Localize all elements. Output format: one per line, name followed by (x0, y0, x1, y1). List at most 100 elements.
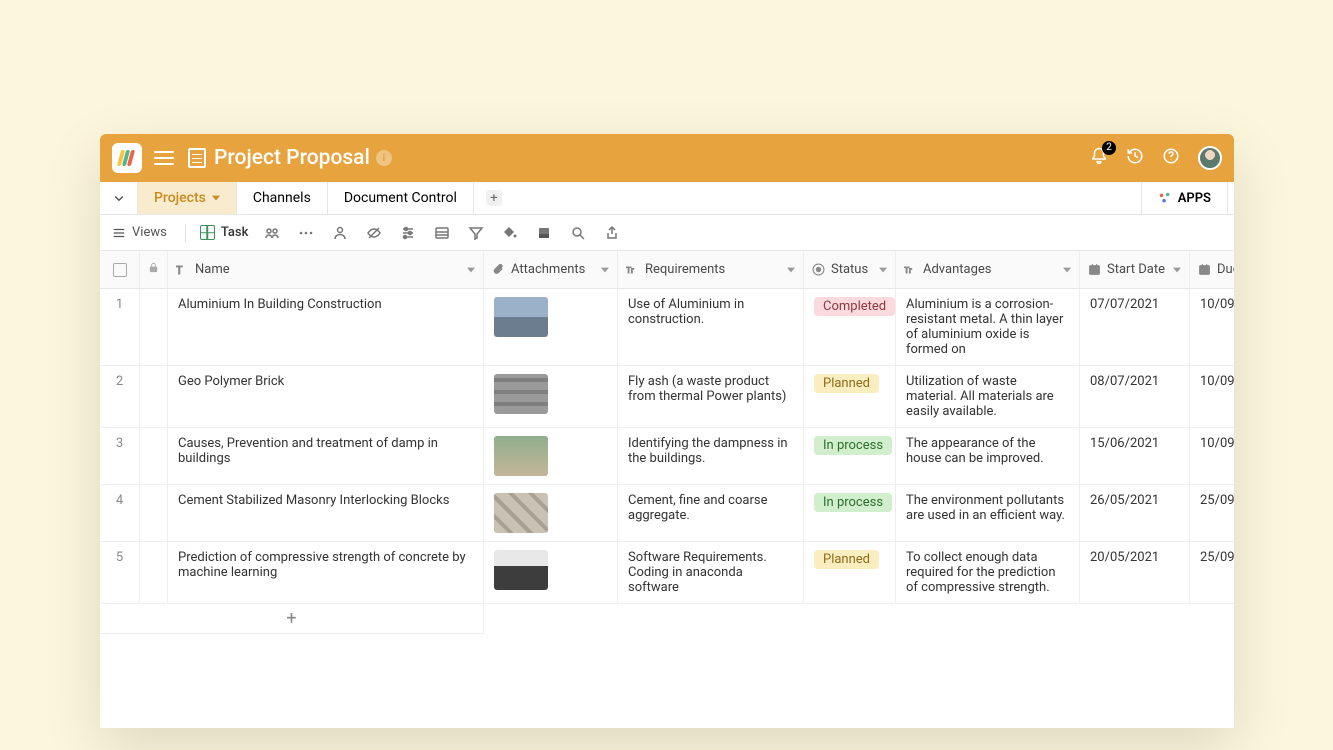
card-icon[interactable] (536, 225, 552, 241)
cell-requirements[interactable]: Fly ash (a waste product from thermal Po… (618, 366, 804, 428)
cell-advantages[interactable]: Utilization of waste material. All mater… (896, 366, 1080, 428)
cell-attachment[interactable] (484, 428, 618, 485)
status-badge[interactable]: Planned (814, 374, 879, 393)
people-icon[interactable] (332, 225, 348, 241)
attachment-thumb[interactable] (494, 550, 548, 590)
cell-requirements[interactable]: Cement, fine and coarse aggregate. (618, 485, 804, 542)
name-text: Prediction of compressive strength of co… (178, 550, 473, 580)
expand-toggle[interactable] (100, 182, 138, 214)
notification-count: 2 (1102, 141, 1116, 155)
due-date-text: 10/09/2021 (1200, 436, 1234, 451)
svg-text:Tr: Tr (904, 266, 912, 276)
cell-status[interactable]: Planned (804, 366, 896, 428)
due-date-text: 25/09/2021 (1200, 493, 1234, 508)
cell-due-date[interactable]: 10/09/2021 (1190, 428, 1234, 485)
row-height-icon[interactable] (434, 225, 450, 241)
cell-due-date[interactable]: 10/09/2021 (1190, 289, 1234, 366)
export-icon[interactable] (604, 225, 620, 241)
apps-label: APPS (1178, 191, 1211, 206)
cell-attachment[interactable] (484, 485, 618, 542)
name-text: Geo Polymer Brick (178, 374, 284, 389)
filter-icon[interactable] (468, 225, 484, 241)
menu-icon[interactable] (154, 151, 174, 165)
col-start-date[interactable]: Start Date (1080, 251, 1190, 289)
cell-status[interactable]: In process (804, 428, 896, 485)
col-attachments[interactable]: Attachments (484, 251, 618, 289)
history-icon[interactable] (1126, 147, 1144, 169)
tab-channels[interactable]: Channels (237, 182, 328, 214)
cell-requirements[interactable]: Use of Aluminium in construction. (618, 289, 804, 366)
notifications-button[interactable]: 2 (1090, 147, 1108, 169)
row-lock-cell (140, 542, 168, 604)
cell-due-date[interactable]: 25/09/2021 (1190, 485, 1234, 542)
cell-due-date[interactable]: 10/09/2021 (1190, 366, 1234, 428)
cell-name[interactable]: Geo Polymer Brick (168, 366, 484, 428)
cell-start-date[interactable]: 20/05/2021 (1080, 542, 1190, 604)
add-row-button[interactable]: + (100, 604, 484, 634)
cell-status[interactable]: Planned (804, 542, 896, 604)
tab-label: Document Control (344, 190, 457, 206)
tab-projects[interactable]: Projects (138, 182, 237, 214)
status-badge[interactable]: In process (814, 493, 892, 512)
cell-status[interactable]: In process (804, 485, 896, 542)
cell-name[interactable]: Aluminium In Building Construction (168, 289, 484, 366)
settings-sliders-icon[interactable] (400, 225, 416, 241)
grid-icon (200, 225, 215, 240)
cell-attachment[interactable] (484, 542, 618, 604)
status-badge[interactable]: In process (814, 436, 892, 455)
cell-attachment[interactable] (484, 366, 618, 428)
add-tab-button[interactable]: + (474, 182, 514, 214)
attachment-thumb[interactable] (494, 493, 548, 533)
col-checkbox[interactable] (100, 251, 140, 289)
svg-text:Tr: Tr (626, 266, 634, 276)
cell-name[interactable]: Prediction of compressive strength of co… (168, 542, 484, 604)
app-logo[interactable] (112, 143, 142, 173)
advantages-text: To collect enough data required for the … (906, 550, 1069, 595)
task-view-label: Task (221, 225, 249, 240)
cell-attachment[interactable] (484, 289, 618, 366)
attachment-thumb[interactable] (494, 297, 548, 337)
cell-name[interactable]: Cement Stabilized Masonry Interlocking B… (168, 485, 484, 542)
search-icon[interactable] (570, 225, 586, 241)
task-view-chip[interactable]: Task (200, 225, 249, 240)
row-number: 3 (100, 428, 140, 485)
info-icon[interactable]: i (376, 150, 392, 166)
due-date-text: 10/09/2021 (1200, 297, 1234, 312)
user-avatar[interactable] (1198, 146, 1222, 170)
visibility-icon[interactable] (366, 225, 382, 241)
tab-label: Channels (253, 190, 311, 206)
cell-requirements[interactable]: Software Requirements. Coding in anacond… (618, 542, 804, 604)
col-status[interactable]: Status (804, 251, 896, 289)
start-date-text: 20/05/2021 (1090, 550, 1159, 565)
cell-advantages[interactable]: Aluminium is a corrosion-resistant metal… (896, 289, 1080, 366)
cell-advantages[interactable]: The environment pollutants are used in a… (896, 485, 1080, 542)
tab-label: Projects (154, 190, 206, 206)
status-badge[interactable]: Planned (814, 550, 879, 569)
cell-due-date[interactable]: 25/09/2021 (1190, 542, 1234, 604)
cell-advantages[interactable]: To collect enough data required for the … (896, 542, 1080, 604)
cell-start-date[interactable]: 07/07/2021 (1080, 289, 1190, 366)
attachment-thumb[interactable] (494, 374, 548, 414)
status-badge[interactable]: Completed (814, 297, 895, 316)
cell-name[interactable]: Causes, Prevention and treatment of damp… (168, 428, 484, 485)
apps-button[interactable]: APPS (1142, 182, 1228, 214)
tab-document-control[interactable]: Document Control (328, 182, 474, 214)
col-name[interactable]: T Name (168, 251, 484, 289)
cell-start-date[interactable]: 15/06/2021 (1080, 428, 1190, 485)
share-users-icon[interactable] (264, 225, 280, 241)
col-requirements[interactable]: Tr Requirements (618, 251, 804, 289)
attachment-thumb[interactable] (494, 436, 548, 476)
app-window: Project Proposal i 2 Projects Channe (100, 134, 1234, 728)
cell-advantages[interactable]: The appearance of the house can be impro… (896, 428, 1080, 485)
cell-status[interactable]: Completed (804, 289, 896, 366)
more-icon[interactable] (298, 225, 314, 241)
help-icon[interactable] (1162, 147, 1180, 169)
views-button[interactable]: Views (112, 225, 167, 240)
cell-requirements[interactable]: Identifying the dampness in the building… (618, 428, 804, 485)
cell-start-date[interactable]: 26/05/2021 (1080, 485, 1190, 542)
data-grid[interactable]: T Name Attachments Tr Requirements Statu… (100, 251, 1234, 728)
col-advantages[interactable]: Tr Advantages (896, 251, 1080, 289)
cell-start-date[interactable]: 08/07/2021 (1080, 366, 1190, 428)
col-due-date[interactable]: Due Date (1190, 251, 1234, 289)
paint-icon[interactable] (502, 225, 518, 241)
